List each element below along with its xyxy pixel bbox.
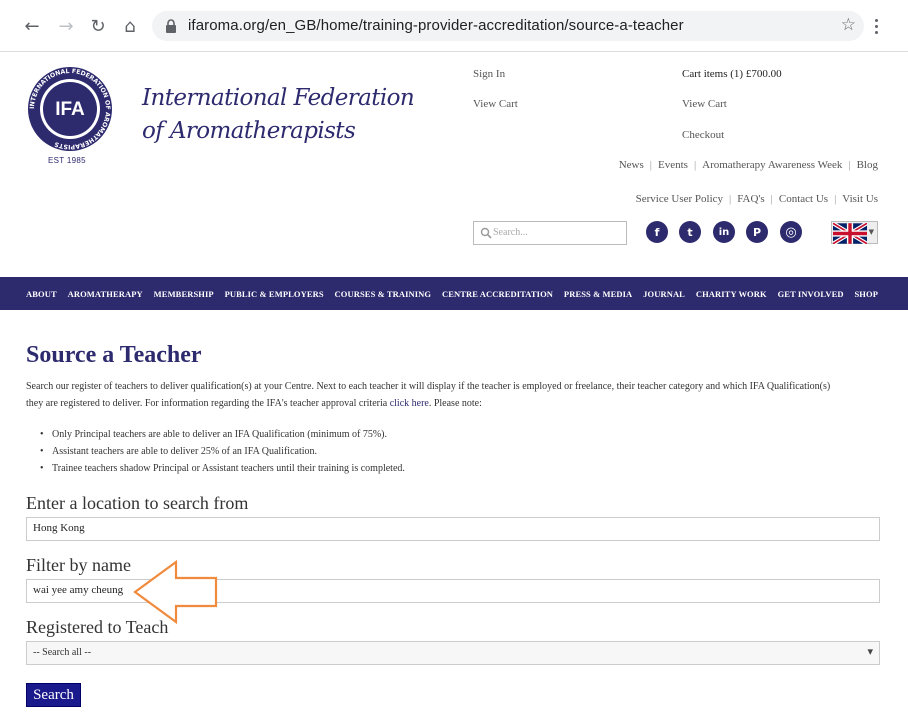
- faqs-link[interactable]: FAQ's: [737, 193, 764, 205]
- browser-toolbar: ← → ↻ ⌂ ifaroma.org/en_GB/home/training-…: [0, 0, 908, 52]
- nav-shop[interactable]: SHOP: [854, 289, 878, 299]
- home-icon[interactable]: ⌂: [118, 14, 142, 38]
- address-bar[interactable]: ifaroma.org/en_GB/home/training-provider…: [152, 11, 864, 41]
- bookmark-star-icon[interactable]: ☆: [841, 15, 856, 35]
- contact-us-link[interactable]: Contact Us: [779, 193, 828, 205]
- org-name-line1: International Federation: [142, 85, 415, 111]
- select-arrow-icon: ▾: [867, 645, 873, 658]
- location-input[interactable]: Hong Kong: [26, 517, 880, 541]
- teacher-notes-list: Only Principal teachers are able to deli…: [40, 426, 405, 477]
- browser-menu-icon[interactable]: [868, 14, 884, 38]
- instagram-icon[interactable]: ◎: [780, 221, 802, 243]
- uk-flag-icon: [833, 223, 867, 244]
- est-year: EST 1985: [48, 156, 86, 165]
- sign-in-link[interactable]: Sign In: [473, 68, 505, 80]
- main-navigation: ABOUT AROMATHERAPY MEMBERSHIP PUBLIC & E…: [0, 277, 908, 310]
- intro-text-part2: . Please note:: [428, 398, 482, 409]
- location-label: Enter a location to search from: [26, 493, 249, 513]
- reload-icon[interactable]: ↻: [86, 14, 110, 38]
- nav-aromatherapy[interactable]: AROMATHERAPY: [68, 289, 143, 299]
- list-item: Trainee teachers shadow Principal or Ass…: [40, 460, 405, 477]
- nav-get-involved[interactable]: GET INVOLVED: [778, 289, 844, 299]
- intro-text: Search our register of teachers to deliv…: [26, 378, 846, 412]
- header-links-row1: News | Events | Aromatherapy Awareness Week |…: [618, 159, 878, 171]
- list-item: Only Principal teachers are able to deli…: [40, 426, 405, 443]
- nav-membership[interactable]: MEMBERSHIP: [154, 289, 214, 299]
- list-item: Assistant teachers are able to deliver 2…: [40, 443, 405, 460]
- service-user-policy-link[interactable]: Service User Policy: [636, 193, 723, 205]
- cart-items[interactable]: Cart items (1) £700.00: [682, 68, 782, 80]
- header-links-row2: Service User Policy | FAQ's | Contact Us | Vis…: [635, 193, 878, 205]
- pinterest-icon[interactable]: P: [746, 221, 768, 243]
- facebook-icon[interactable]: f: [646, 221, 668, 243]
- name-filter-label: Filter by name: [26, 555, 131, 575]
- org-name-line2: of Aromatherapists: [142, 118, 356, 144]
- site-search-input[interactable]: Search...: [473, 221, 627, 245]
- annotation-arrow-icon: [133, 560, 218, 624]
- page-title: Source a Teacher: [26, 342, 202, 368]
- events-link[interactable]: Events: [658, 159, 688, 171]
- nav-charity-work[interactable]: CHARITY WORK: [696, 289, 767, 299]
- visit-us-link[interactable]: Visit Us: [842, 193, 878, 205]
- checkout-link[interactable]: Checkout: [682, 129, 724, 141]
- blog-link[interactable]: Blog: [857, 159, 878, 171]
- svg-text:IFA: IFA: [55, 99, 85, 120]
- site-search-placeholder: Search...: [493, 227, 528, 238]
- twitter-icon[interactable]: t: [679, 221, 701, 243]
- view-cart-right-link[interactable]: View Cart: [682, 98, 727, 110]
- nav-press-media[interactable]: PRESS & MEDIA: [564, 289, 632, 299]
- nav-centre-accreditation[interactable]: CENTRE ACCREDITATION: [442, 289, 553, 299]
- registered-select[interactable]: -- Search all -- ▾: [26, 641, 880, 665]
- forward-icon[interactable]: →: [54, 14, 78, 38]
- back-icon[interactable]: ←: [20, 14, 44, 38]
- search-icon: [480, 227, 492, 239]
- click-here-link[interactable]: click here: [390, 398, 429, 409]
- linkedin-icon[interactable]: in: [713, 221, 735, 243]
- lock-icon: [166, 19, 176, 33]
- nav-courses-training[interactable]: COURSES & TRAINING: [335, 289, 432, 299]
- language-selector[interactable]: ▼: [831, 221, 878, 244]
- org-name[interactable]: International Federation of Aromatherapi…: [142, 82, 415, 148]
- registered-select-value: -- Search all --: [33, 647, 92, 658]
- nav-about[interactable]: ABOUT: [26, 289, 57, 299]
- url-text: ifaroma.org/en_GB/home/training-provider…: [188, 17, 684, 34]
- nav-public-employers[interactable]: PUBLIC & EMPLOYERS: [225, 289, 324, 299]
- nav-journal[interactable]: JOURNAL: [643, 289, 685, 299]
- chevron-down-icon: ▼: [868, 228, 874, 236]
- awareness-week-link[interactable]: Aromatherapy Awareness Week: [702, 159, 842, 171]
- news-link[interactable]: News: [619, 159, 644, 171]
- search-button[interactable]: Search: [26, 683, 81, 707]
- ifa-logo[interactable]: INTERNATIONAL FEDERATION OF AROMATHERAPI…: [27, 66, 113, 152]
- view-cart-left-link[interactable]: View Cart: [473, 98, 518, 110]
